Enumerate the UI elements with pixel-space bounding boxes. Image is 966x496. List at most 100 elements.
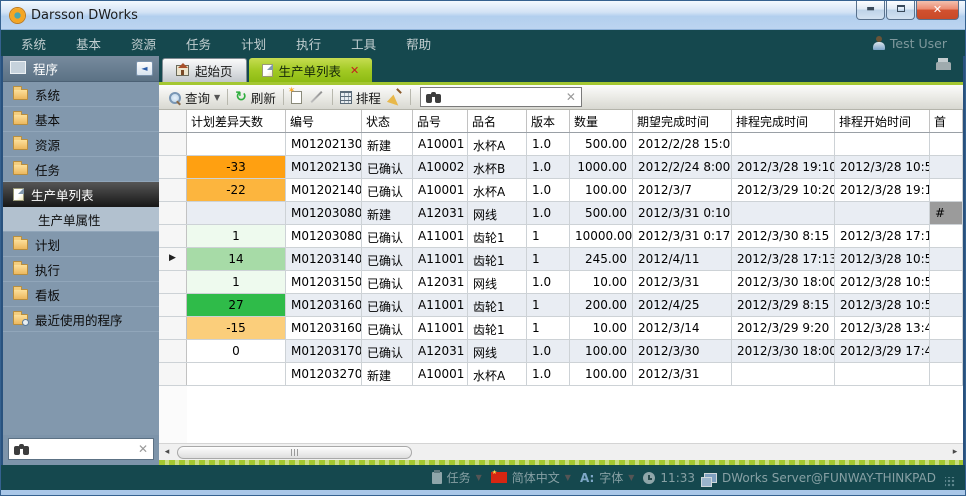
sidebar-item-看板[interactable]: 看板	[3, 282, 159, 307]
cell-end[interactable]: 2012/3/29 9:20	[732, 317, 835, 339]
cell-item[interactable]: A12031	[413, 271, 468, 293]
cell-name[interactable]: 网线	[468, 340, 527, 362]
cell-ver[interactable]: 1.0	[527, 271, 570, 293]
cell-qty[interactable]: 200.00	[570, 294, 633, 316]
printer-icon[interactable]	[936, 62, 951, 70]
grid-column-header-排程开始时间[interactable]: 排程开始时间	[835, 110, 930, 132]
cell-start[interactable]: 2012/3/28 10:52	[835, 156, 930, 178]
cell-item[interactable]: A10001	[413, 179, 468, 201]
toolbar-search-input[interactable]	[445, 90, 562, 104]
grid-column-header-数量[interactable]: 数量	[570, 110, 633, 132]
cell-name[interactable]: 齿轮1	[468, 225, 527, 247]
grid-column-header-首[interactable]: 首	[930, 110, 963, 132]
new-document-button[interactable]	[291, 91, 302, 104]
cell-end[interactable]: 2012/3/30 18:00	[732, 340, 835, 362]
schedule-button[interactable]: 排程	[340, 88, 381, 107]
cell-start[interactable]: 2012/3/28 17:13	[835, 225, 930, 247]
cell-status[interactable]: 已确认	[362, 294, 413, 316]
cell-item[interactable]: A10001	[413, 133, 468, 155]
toolbar-search-clear-icon[interactable]: ✕	[566, 90, 576, 104]
menu-item-工具[interactable]: 工具	[351, 34, 376, 53]
menu-item-计划[interactable]: 计划	[241, 34, 266, 53]
table-row[interactable]: 1M012031501已确认A12031网线1.010.002012/3/312…	[159, 271, 963, 294]
cell-extra[interactable]	[930, 156, 963, 178]
scroll-left-icon[interactable]: ◂	[159, 447, 175, 457]
cell-qty[interactable]: 10.00	[570, 317, 633, 339]
cell-status[interactable]: 新建	[362, 202, 413, 224]
cell-code[interactable]: M012021301	[286, 133, 362, 155]
cell-extra[interactable]	[930, 340, 963, 362]
cell-extra[interactable]	[930, 271, 963, 293]
cell-item[interactable]: A10002	[413, 156, 468, 178]
cell-end[interactable]: 2012/3/28 17:13	[732, 248, 835, 270]
tab-close-icon[interactable]: ✕	[350, 64, 359, 77]
cell-due[interactable]: 2012/2/24 8:00	[633, 156, 732, 178]
cell-item[interactable]: A10001	[413, 363, 468, 385]
cell-qty[interactable]: 10000.00	[570, 225, 633, 247]
cell-name[interactable]: 齿轮1	[468, 317, 527, 339]
cell-end[interactable]: 2012/3/29 10:20	[732, 179, 835, 201]
cell-ver[interactable]: 1	[527, 317, 570, 339]
grid-column-header-编号[interactable]: 编号	[286, 110, 362, 132]
close-button[interactable]: ✕	[916, 1, 959, 20]
cell-item[interactable]: A12031	[413, 202, 468, 224]
table-row[interactable]: 0M012031701已确认A12031网线1.0100.002012/3/30…	[159, 340, 963, 363]
cell-start[interactable]: 2012/3/28 13:40	[835, 317, 930, 339]
query-dropdown-icon[interactable]: ▼	[214, 93, 220, 102]
cell-name[interactable]: 网线	[468, 202, 527, 224]
cell-code[interactable]: M012021401	[286, 179, 362, 201]
edit-button[interactable]	[309, 96, 325, 98]
cell-due[interactable]: 2012/3/31	[633, 271, 732, 293]
cell-ver[interactable]: 1.0	[527, 202, 570, 224]
language-dropdown-icon[interactable]: ▼	[565, 473, 571, 482]
cell-qty[interactable]: 100.00	[570, 363, 633, 385]
cell-name[interactable]: 水杯A	[468, 133, 527, 155]
cell-diff[interactable]: 14	[187, 248, 286, 270]
cell-code[interactable]: M012031601	[286, 294, 362, 316]
cell-end[interactable]	[732, 202, 835, 224]
cell-due[interactable]: 2012/2/28 15:00	[633, 133, 732, 155]
menu-item-任务[interactable]: 任务	[186, 34, 211, 53]
grid-column-header-状态[interactable]: 状态	[362, 110, 413, 132]
cell-name[interactable]: 水杯B	[468, 156, 527, 178]
cell-ver[interactable]: 1	[527, 248, 570, 270]
cell-diff[interactable]: -15	[187, 317, 286, 339]
cell-diff[interactable]	[187, 133, 286, 155]
cell-due[interactable]: 2012/3/14	[633, 317, 732, 339]
cell-status[interactable]: 新建	[362, 363, 413, 385]
cell-status[interactable]: 已确认	[362, 317, 413, 339]
cell-diff[interactable]: -33	[187, 156, 286, 178]
menu-item-系统[interactable]: 系统	[21, 34, 46, 53]
cell-status[interactable]: 已确认	[362, 340, 413, 362]
cell-qty[interactable]: 500.00	[570, 133, 633, 155]
table-row[interactable]: M012030801新建A12031网线1.0500.002012/3/31 0…	[159, 202, 963, 225]
cell-start[interactable]: 2012/3/29 17:46	[835, 340, 930, 362]
refresh-button[interactable]: ↻ 刷新	[235, 88, 276, 107]
cell-code[interactable]: M012030801	[286, 202, 362, 224]
menu-item-资源[interactable]: 资源	[131, 34, 156, 53]
cell-due[interactable]: 2012/3/31 0:17	[633, 225, 732, 247]
cell-ver[interactable]: 1.0	[527, 156, 570, 178]
grid-column-header-期望完成时间[interactable]: 期望完成时间	[633, 110, 732, 132]
cell-name[interactable]: 网线	[468, 271, 527, 293]
table-row[interactable]: -22M012021401已确认A10001水杯A1.0100.002012/3…	[159, 179, 963, 202]
query-button[interactable]: 查询 ▼	[168, 88, 220, 107]
cell-extra[interactable]	[930, 294, 963, 316]
sidebar-item-系统[interactable]: 系统	[3, 82, 159, 107]
cell-qty[interactable]: 100.00	[570, 179, 633, 201]
cell-diff[interactable]	[187, 202, 286, 224]
cell-name[interactable]: 水杯A	[468, 179, 527, 201]
cell-start[interactable]: 2012/3/28 10:52	[835, 248, 930, 270]
cell-extra[interactable]	[930, 317, 963, 339]
minimize-button[interactable]: ▬	[856, 1, 885, 20]
cell-name[interactable]: 齿轮1	[468, 248, 527, 270]
sidebar-search-clear-icon[interactable]: ✕	[138, 442, 148, 456]
cell-diff[interactable]: 1	[187, 225, 286, 247]
grid-column-header-品号[interactable]: 品号	[413, 110, 468, 132]
cell-diff[interactable]: 27	[187, 294, 286, 316]
sidebar-collapse-button[interactable]: ◄	[136, 61, 153, 76]
table-row[interactable]: ▶14M012031402已确认A11001齿轮11245.002012/4/1…	[159, 248, 963, 271]
cell-due[interactable]: 2012/4/11	[633, 248, 732, 270]
scroll-right-icon[interactable]: ▸	[947, 447, 963, 457]
clean-button[interactable]	[388, 90, 403, 104]
